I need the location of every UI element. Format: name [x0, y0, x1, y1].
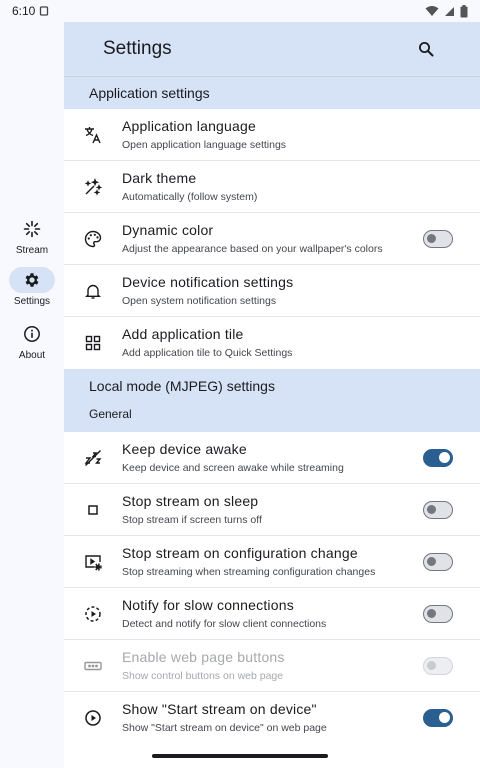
- switch-knob: [427, 233, 436, 243]
- stop-icon: [88, 504, 98, 515]
- rail-item-stream[interactable]: Stream: [0, 216, 64, 256]
- screen-settings-icon: [85, 554, 102, 571]
- status-bar: 6:10: [0, 0, 480, 22]
- notify-slow-connections-switch[interactable]: [423, 604, 453, 623]
- stop-stream-on-config-change-switch[interactable]: [423, 552, 453, 571]
- setting-title: Device notification settings: [122, 273, 294, 290]
- keep-device-awake-switch[interactable]: [423, 448, 453, 467]
- signal-icon: [445, 6, 454, 16]
- setting-subtitle: Automatically (follow system): [122, 190, 258, 203]
- stream-icon: [23, 220, 41, 238]
- switch-knob: [427, 660, 436, 670]
- dark-theme-icon: [84, 177, 103, 196]
- sleep-off-icon: [84, 449, 102, 466]
- setting-device-notifications[interactable]: Device notification settings Open system…: [64, 265, 480, 317]
- setting-keep-device-awake[interactable]: Keep device awake Keep device and screen…: [64, 432, 480, 484]
- switch-knob: [427, 556, 436, 566]
- setting-title: Application language: [122, 117, 256, 134]
- switch-knob: [439, 451, 450, 463]
- dynamic-color-switch[interactable]: [423, 229, 453, 248]
- setting-title: Add application tile: [122, 326, 244, 342]
- buttons-icon: [84, 661, 102, 670]
- setting-subtitle: Add application tile to Quick Settings: [122, 347, 293, 359]
- setting-subtitle: Open system notification settings: [122, 294, 277, 307]
- setting-subtitle: Open application language settings: [122, 138, 287, 151]
- search-button[interactable]: [414, 37, 438, 61]
- setting-enable-web-page-buttons: Enable web page buttons Show control but…: [64, 640, 480, 692]
- top-app-bar: Settings: [64, 22, 480, 77]
- rail-item-settings[interactable]: Settings: [0, 267, 64, 307]
- setting-stop-stream-on-sleep[interactable]: Stop stream on sleep Stop stream if scre…: [64, 484, 480, 536]
- bell-icon: [85, 284, 101, 299]
- palette-icon: [84, 230, 102, 247]
- setting-stop-stream-on-config-change[interactable]: Stop stream on configuration change Stop…: [64, 536, 480, 588]
- enable-web-page-buttons-switch: [423, 656, 453, 675]
- grid-icon: [85, 335, 101, 351]
- info-icon: [24, 326, 40, 342]
- gesture-navigation-bar[interactable]: [152, 754, 328, 758]
- setting-dynamic-color[interactable]: Dynamic color Adjust the appearance base…: [64, 213, 480, 265]
- rail-label-settings: Settings: [13, 296, 51, 307]
- switch-knob: [427, 504, 436, 514]
- settings-panel: Settings Application settings Applicatio…: [64, 22, 480, 768]
- setting-show-start-stream-on-device[interactable]: Show "Start stream on device" Show "Star…: [64, 692, 480, 744]
- switch-knob: [439, 712, 450, 723]
- play-circle-icon: [85, 710, 101, 726]
- show-start-stream-on-device-switch[interactable]: [423, 709, 453, 727]
- setting-dark-theme[interactable]: Dark theme Automatically (follow system): [64, 161, 480, 213]
- screenshot-notification-icon: [40, 6, 49, 16]
- search-icon: [419, 42, 434, 57]
- section-header-local-mode: Local mode (MJPEG) settings: [64, 369, 480, 403]
- setting-application-language[interactable]: Application language Open application la…: [64, 109, 480, 161]
- navigation-rail: Stream Settings About: [0, 22, 64, 768]
- battery-icon: [460, 4, 468, 17]
- rail-label-stream: Stream: [15, 245, 49, 256]
- switch-knob: [427, 608, 436, 618]
- setting-notify-slow-connections[interactable]: Notify for slow connections Detect and n…: [64, 588, 480, 640]
- status-time: 6:10: [12, 4, 36, 18]
- setting-add-application-tile[interactable]: Add application tile Add application til…: [64, 317, 480, 369]
- setting-title: Dark theme: [122, 169, 197, 186]
- subsection-header-general: General: [64, 403, 480, 432]
- rail-item-about[interactable]: About: [0, 321, 64, 361]
- rail-label-about: About: [18, 350, 46, 361]
- wifi-icon: [425, 6, 439, 16]
- translate-icon: [85, 126, 101, 143]
- gear-icon: [25, 273, 39, 287]
- stop-stream-on-sleep-switch[interactable]: [423, 500, 453, 519]
- slow-connection-icon: [85, 605, 101, 622]
- section-header-application: Application settings: [64, 77, 480, 109]
- page-title: Settings: [103, 38, 172, 59]
